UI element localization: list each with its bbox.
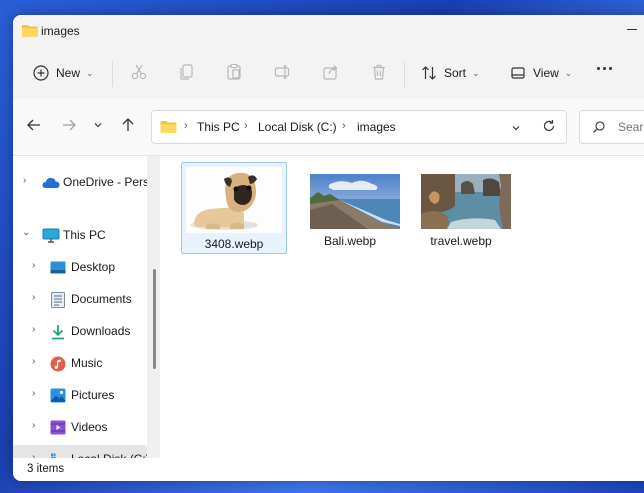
pug-dog-thumbnail [186, 167, 282, 233]
download-icon [50, 324, 66, 343]
sidebar-item-music[interactable]: › Music [13, 349, 147, 377]
sidebar-scrollbar-thumb[interactable] [153, 269, 156, 369]
file-list: 3408.webp Bali.webp travel.webp [160, 156, 644, 458]
file-name: Bali.webp [323, 234, 377, 248]
monitor-icon [42, 228, 60, 247]
search-icon [592, 120, 606, 137]
search-input[interactable] [616, 119, 644, 135]
chevron-down-icon: ⌄ [564, 67, 573, 78]
sidebar-item-videos[interactable]: › Videos [13, 413, 147, 441]
breadcrumb-separator-icon: › [244, 120, 248, 132]
expand-chevron-icon[interactable]: › [32, 388, 35, 399]
sidebar-item-desktop[interactable]: › Desktop [13, 253, 147, 281]
folder-icon [22, 24, 38, 41]
recent-locations-chevron-icon[interactable] [93, 119, 103, 133]
view-icon [511, 67, 525, 79]
collapse-chevron-icon[interactable]: ⌄ [22, 227, 30, 238]
title-bar[interactable]: images [13, 15, 644, 47]
view-label: View [533, 66, 559, 80]
file-explorer-window: images New ⌄ Sort ⌄ View ⌄ › This PC › L… [13, 15, 644, 481]
window-title: images [41, 24, 80, 38]
breadcrumb-separator-icon: › [342, 120, 346, 132]
sidebar-item-onedrive[interactable]: › OneDrive - Personal [13, 168, 172, 196]
rename-icon[interactable] [274, 63, 292, 84]
sort-label: Sort [444, 66, 467, 80]
sidebar-item-label: Downloads [71, 324, 131, 338]
status-bar: 3 items [13, 458, 644, 481]
cloud-icon [42, 177, 60, 192]
address-bar[interactable]: › This PC › Local Disk (C:) › images [151, 110, 567, 144]
sidebar-item-downloads[interactable]: › Downloads [13, 317, 147, 345]
videos-icon [50, 420, 66, 438]
delete-icon[interactable] [370, 63, 388, 84]
folder-icon [160, 120, 177, 137]
copy-icon[interactable] [178, 63, 196, 84]
toolbar-divider [404, 61, 405, 87]
sidebar-item-documents[interactable]: › Documents [13, 285, 147, 313]
sort-icon [422, 66, 436, 80]
documents-icon [51, 292, 65, 311]
forward-arrow-icon[interactable] [61, 117, 77, 136]
view-button[interactable]: View ⌄ [510, 57, 572, 89]
cut-icon[interactable] [130, 63, 148, 84]
file-item-bali[interactable]: Bali.webp [297, 162, 403, 254]
sidebar-item-label: Music [71, 356, 103, 370]
address-history-chevron-icon[interactable] [511, 122, 521, 136]
minimize-button[interactable] [627, 29, 637, 30]
expand-chevron-icon[interactable]: › [23, 175, 26, 186]
chevron-down-icon: ⌄ [86, 67, 94, 78]
share-icon[interactable] [322, 63, 340, 84]
pictures-icon [50, 388, 66, 406]
breadcrumb-this-pc[interactable]: This PC [197, 120, 240, 134]
new-button[interactable]: New ⌄ [33, 57, 94, 89]
file-name: travel.webp [430, 234, 492, 248]
beach-thumbnail [310, 174, 400, 229]
file-item-travel[interactable]: travel.webp [408, 162, 514, 254]
sidebar-item-pictures[interactable]: › Pictures [13, 381, 147, 409]
search-box[interactable] [579, 110, 644, 144]
music-icon [50, 356, 66, 375]
command-bar: New ⌄ Sort ⌄ View ⌄ [13, 47, 644, 99]
sidebar-item-label: Videos [71, 420, 108, 434]
sidebar-item-label: Pictures [71, 388, 115, 402]
address-row: › This PC › Local Disk (C:) › images [13, 99, 644, 156]
toolbar-divider [112, 61, 113, 87]
breadcrumb-separator-icon: › [184, 120, 188, 132]
breadcrumb-local-disk[interactable]: Local Disk (C:) [258, 120, 337, 134]
expand-chevron-icon[interactable]: › [32, 356, 35, 367]
sidebar-item-label: Desktop [71, 260, 116, 274]
sidebar-item-this-pc[interactable]: ⌄ This PC [13, 221, 147, 249]
up-arrow-icon[interactable] [120, 117, 136, 136]
sidebar-item-label: Documents [71, 292, 132, 306]
expand-chevron-icon[interactable]: › [32, 420, 35, 431]
chevron-down-icon: ⌄ [472, 67, 480, 78]
item-count: 3 items [27, 463, 65, 475]
new-label: New [56, 66, 81, 80]
back-arrow-icon[interactable] [26, 117, 42, 136]
more-options-icon[interactable] [597, 67, 612, 70]
paste-icon[interactable] [225, 63, 243, 84]
refresh-icon[interactable] [542, 119, 556, 136]
plus-circle-icon [33, 65, 49, 81]
coast-rocks-thumbnail [421, 174, 511, 229]
file-name: 3408.webp [204, 237, 264, 251]
file-item-3408[interactable]: 3408.webp [181, 162, 287, 254]
breadcrumb-images[interactable]: images [357, 120, 396, 134]
desktop-icon [50, 261, 66, 277]
expand-chevron-icon[interactable]: › [32, 292, 35, 303]
expand-chevron-icon[interactable]: › [32, 260, 35, 271]
sidebar-item-label: This PC [63, 228, 106, 242]
navigation-pane: › OneDrive - Personal ⌄ This PC › Deskto… [13, 156, 172, 473]
expand-chevron-icon[interactable]: › [32, 324, 35, 335]
sort-button[interactable]: Sort ⌄ [421, 57, 480, 89]
